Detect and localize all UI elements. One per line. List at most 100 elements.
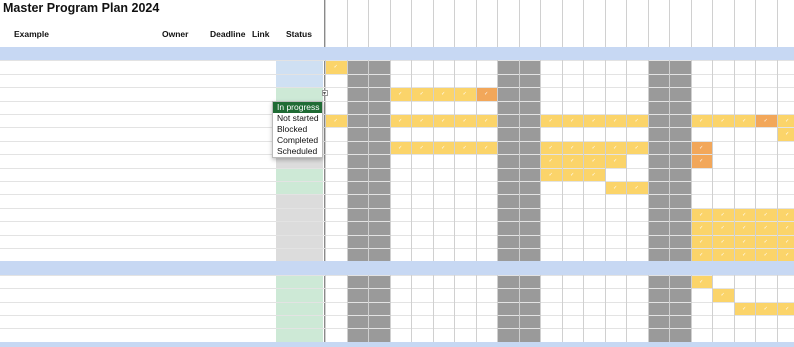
checkbox-mark: ✓ (763, 238, 768, 245)
checkbox-mark: ✓ (462, 144, 467, 151)
checkbox-mark: ✓ (742, 305, 747, 312)
status-cell[interactable] (276, 249, 323, 262)
checkbox-mark: ✓ (441, 118, 446, 124)
grid-row-line (0, 207, 794, 209)
checkbox-mark: ✓ (785, 131, 790, 138)
checkbox-mark: ✓ (634, 144, 639, 151)
checkbox-mark: ✓ (785, 118, 790, 124)
checkbox-mark: ✓ (785, 211, 790, 218)
checkbox-mark: ✓ (441, 144, 446, 151)
checkbox-mark: ✓ (699, 144, 704, 151)
grid-row-line (0, 274, 794, 276)
checkbox-mark: ✓ (742, 225, 747, 232)
grid-row-line (0, 248, 794, 249)
col-header-owner: Owner (162, 29, 189, 39)
checkbox-mark: ✓ (419, 91, 424, 98)
checkbox-mark: ✓ (699, 158, 704, 165)
checkbox-mark: ✓ (591, 158, 596, 165)
status-cell[interactable] (276, 222, 323, 235)
col-header-example: Example (14, 29, 49, 39)
checkbox-mark: ✓ (548, 144, 553, 151)
dropdown-option[interactable]: Blocked (273, 124, 322, 135)
checkbox-mark: ✓ (484, 144, 489, 151)
status-cell[interactable] (276, 182, 323, 195)
checkbox-mark: ✓ (462, 118, 467, 124)
checkbox-mark: ✓ (548, 118, 553, 124)
checkbox-mark: ✓ (785, 252, 790, 258)
status-cell[interactable] (276, 61, 323, 74)
spreadsheet-grid: Master Program Plan 2024 Example Owner D… (0, 0, 794, 347)
col-header-link: Link (252, 29, 270, 39)
checkbox-mark: ✓ (742, 118, 747, 124)
status-cell[interactable] (276, 88, 323, 101)
checkbox-mark: ✓ (699, 278, 704, 285)
status-cell[interactable] (276, 208, 323, 222)
checkbox-mark: ✓ (333, 118, 338, 124)
grid-row-line (0, 167, 794, 169)
project-band (0, 261, 794, 275)
grid-row-line (0, 301, 794, 303)
checkbox-mark: ✓ (613, 185, 618, 191)
checkbox-mark: ✓ (785, 225, 790, 232)
checkbox-mark: ✓ (591, 171, 596, 178)
status-cell[interactable] (276, 302, 323, 315)
checkbox-mark: ✓ (613, 158, 618, 165)
grid-row-line (0, 100, 794, 102)
checkbox-mark: ✓ (570, 158, 575, 165)
checkbox-mark: ✓ (570, 118, 575, 124)
checkbox-mark: ✓ (333, 64, 338, 71)
dropdown-option[interactable]: In progress (273, 102, 322, 113)
checkbox-mark: ✓ (720, 238, 725, 245)
status-cell[interactable] (276, 329, 323, 342)
checkbox-mark: ✓ (785, 238, 790, 245)
checkbox-mark: ✓ (785, 305, 790, 312)
checkbox-mark: ✓ (699, 252, 704, 258)
grid-row-line (0, 73, 794, 75)
checkbox-mark: ✓ (419, 118, 424, 124)
checkbox-mark: ✓ (763, 211, 768, 218)
status-cell[interactable] (276, 168, 323, 181)
checkbox-mark: ✓ (699, 238, 704, 245)
checkbox-mark: ✓ (720, 225, 725, 232)
status-cell[interactable] (276, 275, 323, 289)
checkbox-mark: ✓ (699, 118, 704, 124)
checkbox-mark: ✓ (484, 118, 489, 124)
grid-row-line (0, 328, 794, 330)
status-cell[interactable] (276, 195, 323, 208)
status-cell[interactable] (276, 289, 323, 302)
project-band (0, 47, 794, 61)
status-cell[interactable] (276, 235, 323, 248)
dropdown-option[interactable]: Not started (273, 113, 322, 124)
checkbox-mark: ✓ (634, 185, 639, 191)
checkbox-mark: ✓ (763, 118, 768, 124)
project-band (0, 341, 794, 347)
checkbox-mark: ✓ (613, 144, 618, 151)
grid-row-line (0, 234, 794, 236)
checkbox-mark: ✓ (419, 144, 424, 151)
checkbox-mark: ✓ (398, 118, 403, 124)
status-dropdown-menu[interactable]: In progress Not started Blocked Completed Sc… (272, 101, 323, 158)
grid-row-line (0, 127, 794, 129)
checkbox-mark: ✓ (742, 252, 747, 258)
checkbox-mark: ✓ (462, 91, 467, 98)
checkbox-mark: ✓ (763, 225, 768, 232)
checkbox-mark: ✓ (441, 91, 446, 98)
checkbox-mark: ✓ (591, 144, 596, 151)
dropdown-option[interactable]: Scheduled (273, 146, 322, 157)
sheet-title: Master Program Plan 2024 (3, 1, 160, 15)
status-cell[interactable] (276, 316, 323, 329)
checkbox-mark: ✓ (720, 292, 725, 299)
checkbox-mark: ✓ (742, 211, 747, 218)
grid-row-line (0, 221, 794, 223)
checkbox-mark: ✓ (398, 144, 403, 151)
grid-row-line (0, 194, 794, 196)
checkbox-mark: ✓ (763, 305, 768, 312)
status-cell[interactable] (276, 74, 323, 88)
checkbox-mark: ✓ (548, 158, 553, 165)
checkbox-mark: ✓ (699, 211, 704, 218)
status-dropdown-arrow-icon[interactable]: ▾ (322, 90, 328, 97)
checkbox-mark: ✓ (720, 211, 725, 218)
checkbox-mark: ✓ (699, 225, 704, 232)
dropdown-option[interactable]: Completed (273, 135, 322, 146)
checkbox-mark: ✓ (613, 118, 618, 124)
